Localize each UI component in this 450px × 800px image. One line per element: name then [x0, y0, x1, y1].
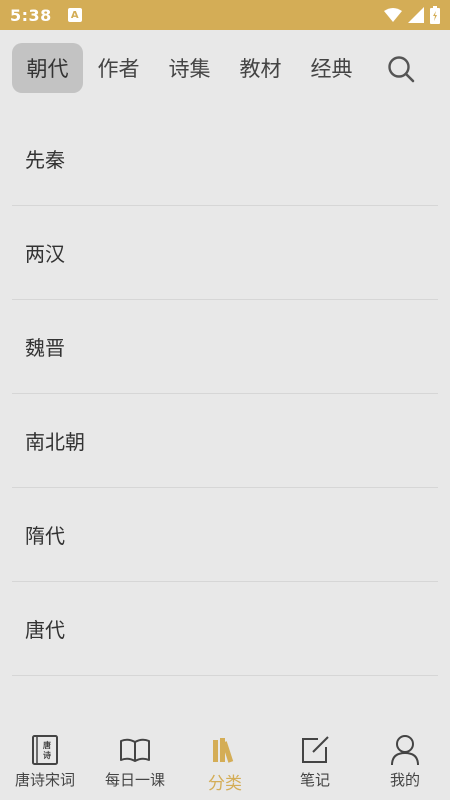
status-time: 5:38	[10, 5, 52, 25]
bottom-nav: 唐 诗 唐诗宋词 每日一课 分类 笔记 我的	[0, 726, 450, 800]
tab-collection[interactable]: 诗集	[154, 43, 225, 93]
list-item[interactable]: 两汉	[12, 206, 438, 300]
person-icon	[389, 734, 421, 766]
tab-author[interactable]: 作者	[83, 43, 154, 93]
nav-daily-lesson[interactable]: 每日一课	[90, 726, 180, 800]
nav-notes[interactable]: 笔记	[270, 726, 360, 800]
search-button[interactable]	[386, 54, 416, 84]
open-book-icon	[119, 734, 151, 766]
list-item[interactable]: 先秦	[12, 112, 438, 206]
notification-icon: A	[67, 8, 82, 22]
nav-label: 笔记	[299, 771, 330, 789]
search-icon	[388, 56, 415, 83]
nav-tangshi-songci[interactable]: 唐 诗 唐诗宋词	[0, 726, 90, 800]
svg-text:唐: 唐	[43, 740, 51, 750]
signal-icon	[408, 7, 424, 23]
list-item[interactable]: 唐代	[12, 582, 438, 676]
tab-textbook[interactable]: 教材	[225, 43, 296, 93]
tab-classic[interactable]: 经典	[296, 43, 367, 93]
wifi-icon	[384, 8, 402, 22]
category-tabs: 朝代 作者 诗集 教材 经典	[0, 30, 450, 106]
book-cover-icon: 唐 诗	[29, 734, 61, 766]
list-item[interactable]: 魏晋	[12, 300, 438, 394]
nav-label: 唐诗宋词	[14, 771, 75, 789]
svg-text:诗: 诗	[43, 750, 51, 760]
list-item[interactable]: 隋代	[12, 488, 438, 582]
nav-label: 我的	[389, 771, 420, 789]
list-item[interactable]: 南北朝	[12, 394, 438, 488]
bookshelf-icon	[209, 734, 241, 766]
nav-category[interactable]: 分类	[180, 726, 270, 800]
status-bar: 5:38 A	[0, 0, 450, 30]
nav-label: 分类	[208, 774, 242, 794]
nav-label: 每日一课	[104, 771, 165, 789]
dynasty-list: 先秦 两汉 魏晋 南北朝 隋代 唐代	[12, 112, 438, 676]
nav-mine[interactable]: 我的	[360, 726, 450, 800]
status-icons	[384, 6, 440, 24]
tab-dynasty[interactable]: 朝代	[12, 43, 83, 93]
note-edit-icon	[299, 734, 331, 766]
battery-icon	[430, 6, 440, 24]
